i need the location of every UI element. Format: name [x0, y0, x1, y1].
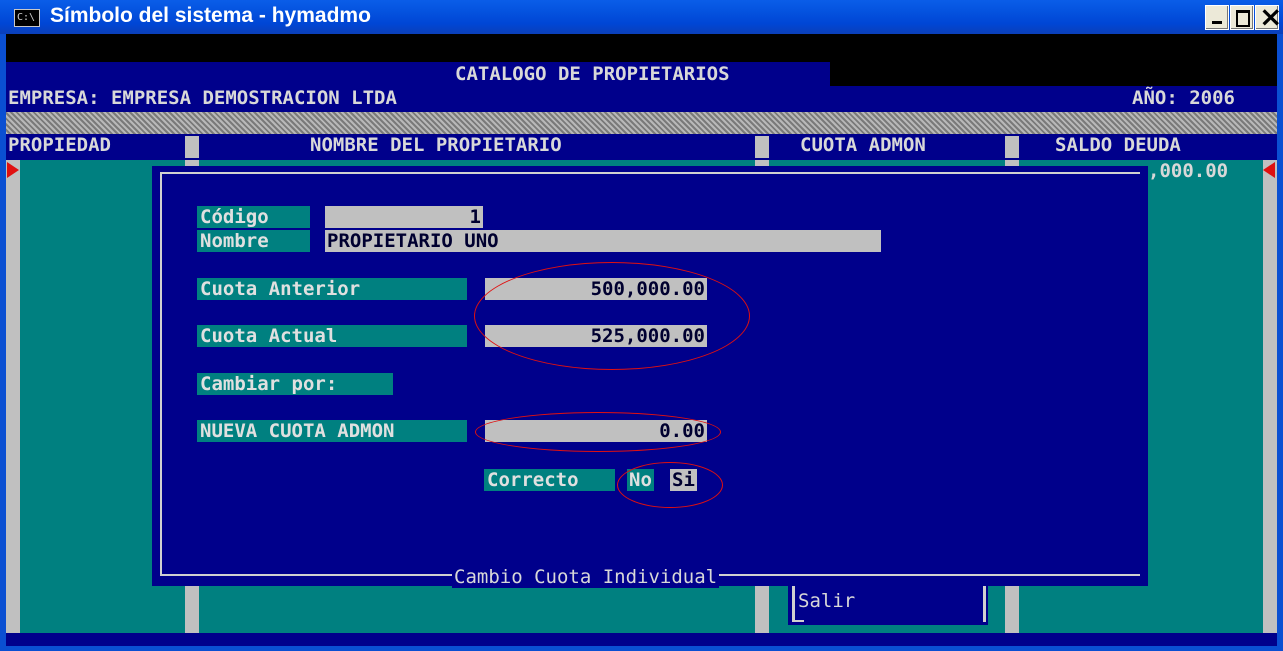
nombre-field[interactable]: PROPIETARIO UNO: [325, 230, 881, 252]
column-separator: [1005, 136, 1019, 158]
pattern-divider: [6, 112, 1277, 134]
maximize-button[interactable]: [1230, 5, 1254, 30]
codigo-label: Código: [197, 206, 310, 228]
annotation-ellipse: [474, 262, 750, 370]
column-header-propiedad: PROPIEDAD: [8, 134, 111, 156]
window-frame-right: [1277, 34, 1283, 651]
nueva-cuota-label: NUEVA CUOTA ADMON: [197, 420, 467, 442]
column-header-nombre: NOMBRE DEL PROPIETARIO: [310, 134, 562, 156]
annotation-ellipse: [617, 462, 723, 508]
column-header-cuota: CUOTA ADMON: [800, 134, 926, 156]
column-separator: [185, 136, 199, 158]
column-separator: [755, 136, 769, 158]
dialog-border: [1136, 172, 1140, 174]
menu-border: [792, 586, 795, 622]
correcto-label: Correcto: [484, 469, 615, 491]
table-cell-saldo: ,000.00: [1148, 160, 1229, 182]
window-frame-bottom: [0, 646, 1283, 651]
right-edge-column: [1263, 160, 1277, 633]
column-header-saldo: SALDO DEUDA: [1055, 134, 1181, 156]
codigo-field[interactable]: 1: [325, 206, 483, 228]
status-bar: [6, 633, 1277, 646]
menu-border: [983, 586, 986, 622]
salir-menu-item[interactable]: Salir: [798, 590, 855, 612]
annotation-ellipse: [475, 412, 721, 452]
cuota-actual-label: Cuota Actual: [197, 325, 467, 347]
cambiar-por-label: Cambiar por:: [197, 373, 393, 395]
window-title-bar[interactable]: C:\ Símbolo del sistema - hymadmo: [0, 0, 1283, 34]
close-button[interactable]: [1255, 0, 1282, 33]
company-name: EMPRESA: EMPRESA DEMOSTRACION LTDA: [8, 87, 397, 109]
year-label: AÑO: 2006: [1132, 87, 1235, 109]
row-marker-left-icon: [7, 162, 19, 178]
left-edge-column: [6, 160, 20, 633]
title-black-band: [830, 62, 1277, 86]
cuota-anterior-label: Cuota Anterior: [197, 278, 467, 300]
menu-border: [792, 620, 804, 622]
window-title: Símbolo del sistema - hymadmo: [50, 4, 371, 27]
dialog-caption: Cambio Cuota Individual: [452, 566, 720, 588]
nombre-label: Nombre: [197, 230, 310, 252]
row-marker-right-icon: [1263, 162, 1275, 178]
page-title: CATALOGO DE PROPIETARIOS: [455, 63, 730, 85]
minimize-button[interactable]: [1205, 5, 1229, 30]
console-icon[interactable]: C:\: [14, 9, 40, 27]
